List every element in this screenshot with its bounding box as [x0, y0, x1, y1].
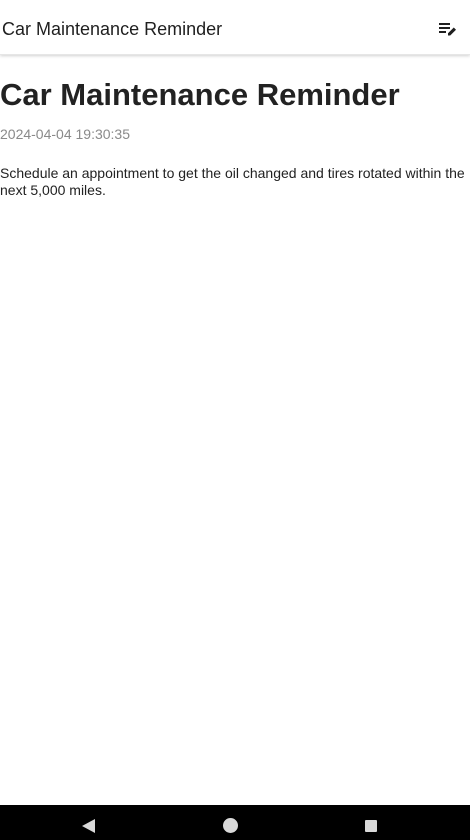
nav-home-button[interactable] [210, 805, 250, 840]
home-circle-icon [222, 818, 238, 833]
system-navigation-bar [0, 805, 470, 840]
edit-note-icon [439, 21, 457, 42]
back-triangle-icon [81, 818, 95, 833]
recents-square-icon [365, 819, 377, 832]
edit-note-button[interactable] [434, 17, 462, 45]
note-body: Schedule an appointment to get the oil c… [0, 165, 465, 198]
note-timestamp: 2024-04-04 19:30:35 [0, 126, 130, 142]
app-bar: Car Maintenance Reminder [0, 0, 470, 55]
note-title: Car Maintenance Reminder [0, 77, 400, 112]
screen: Car Maintenance Reminder Car Maintenance… [0, 0, 470, 840]
nav-back-button[interactable] [68, 805, 108, 840]
app-bar-title: Car Maintenance Reminder [2, 19, 223, 39]
nav-recents-button[interactable] [351, 805, 391, 840]
